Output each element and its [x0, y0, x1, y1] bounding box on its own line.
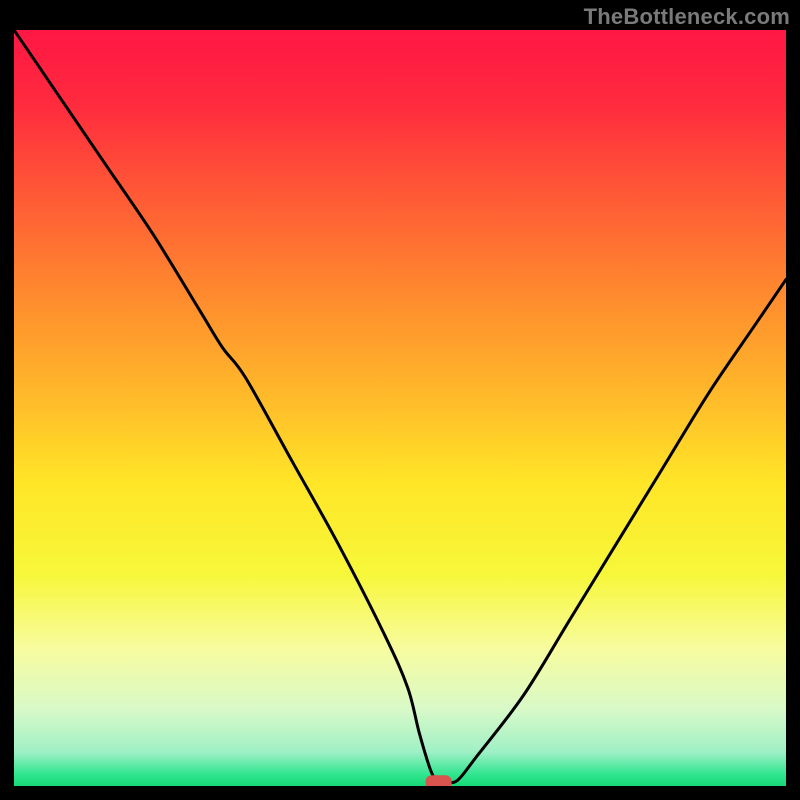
watermark-text: TheBottleneck.com: [584, 4, 790, 30]
optimal-point-marker: [426, 775, 452, 786]
chart-svg: [14, 30, 786, 786]
chart-background: [14, 30, 786, 786]
chart-frame: [14, 30, 786, 786]
